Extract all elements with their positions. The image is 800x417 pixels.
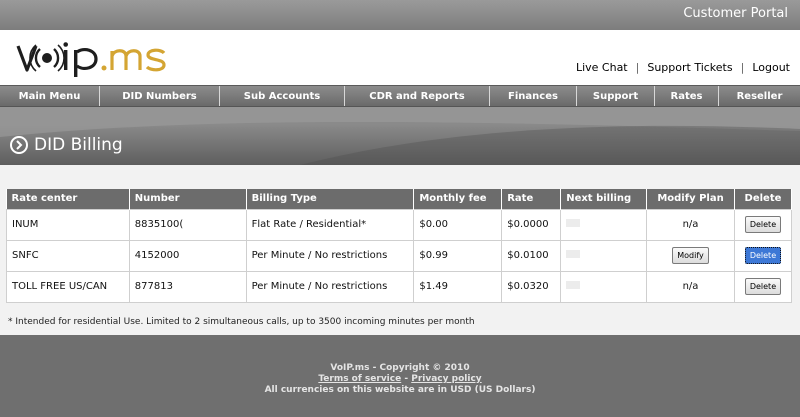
delete-button[interactable]: Delete xyxy=(744,247,782,264)
page-title: DID Billing xyxy=(10,135,123,155)
cell-next-billing xyxy=(560,270,648,303)
copyright-text: VoIP.ms - Copyright © 2010 xyxy=(330,363,470,373)
cell-next-billing xyxy=(560,239,648,272)
cell-rate: $0.0320 xyxy=(501,270,562,303)
cell-modify-plan: n/a xyxy=(646,208,735,241)
nav-rates[interactable]: Rates xyxy=(655,86,719,106)
cell-modify-plan: n/a xyxy=(646,270,735,303)
portal-title: Customer Portal xyxy=(683,6,788,21)
footer-links: Terms of service - Privacy policy xyxy=(0,374,800,385)
delete-button[interactable]: Delete xyxy=(744,278,782,295)
cell-delete: Delete xyxy=(733,208,793,241)
cell-monthly-fee: $1.49 xyxy=(413,270,503,303)
column-header-billing-type: Billing Type xyxy=(246,189,415,209)
residential-footnote: * Intended for residential Use. Limited … xyxy=(8,317,475,327)
cell-rate-center: SNFC xyxy=(6,239,130,272)
link-separator: | xyxy=(635,61,640,74)
support-tickets-link[interactable]: Support Tickets xyxy=(647,61,732,74)
column-header-monthly-fee: Monthly fee xyxy=(413,189,503,209)
cell-rate-center: TOLL FREE US/CAN xyxy=(6,270,130,303)
account-links: Live Chat | Support Tickets | Logout xyxy=(576,61,790,74)
nav-did-numbers[interactable]: DID Numbers xyxy=(100,86,220,106)
site-footer: VoIP.ms - Copyright © 2010 Terms of serv… xyxy=(0,335,800,417)
cell-monthly-fee: $0.99 xyxy=(413,239,503,272)
main-nav: Main Menu DID Numbers Sub Accounts CDR a… xyxy=(0,85,800,107)
redacted-value xyxy=(566,250,581,258)
column-header-number: Number xyxy=(129,189,247,209)
did-billing-table: Rate center Number Billing Type Monthly … xyxy=(6,189,793,303)
cell-billing-type: Per Minute / No restrictions xyxy=(245,270,415,303)
currency-note: All currencies on this website are in US… xyxy=(264,385,536,395)
column-header-rate: Rate xyxy=(501,189,562,209)
column-header-rate-center: Rate center xyxy=(6,189,130,209)
nav-reseller[interactable]: Reseller xyxy=(719,86,800,106)
table-row: TOLL FREE US/CAN 877813 Per Minute / No … xyxy=(6,270,793,303)
cell-rate: $0.0100 xyxy=(501,239,562,272)
cell-number: 877813 xyxy=(128,270,247,303)
nav-finances[interactable]: Finances xyxy=(490,86,577,106)
link-separator: | xyxy=(740,61,745,74)
column-header-next-billing: Next billing xyxy=(560,189,648,209)
column-header-modify-plan: Modify Plan xyxy=(646,189,735,209)
cell-monthly-fee: $0.00 xyxy=(413,208,503,241)
footer-link-separator: - xyxy=(404,374,409,384)
cell-delete: Delete xyxy=(733,239,793,272)
redacted-value xyxy=(566,281,581,289)
nav-cdr-reports[interactable]: CDR and Reports xyxy=(345,86,490,106)
title-band: DID Billing xyxy=(0,107,800,165)
arrow-right-circle-icon xyxy=(10,136,28,154)
voipms-logo[interactable] xyxy=(14,38,194,78)
redacted-value xyxy=(566,219,581,227)
cell-number: 4152000 xyxy=(128,239,247,272)
modify-button[interactable]: Modify xyxy=(672,247,709,264)
nav-sub-accounts[interactable]: Sub Accounts xyxy=(220,86,345,106)
cell-billing-type: Per Minute / No restrictions xyxy=(245,239,415,272)
cell-rate-center: INUM xyxy=(6,208,130,241)
footer-text: VoIP.ms - Copyright © 2010 Terms of serv… xyxy=(0,363,800,396)
nav-main-menu[interactable]: Main Menu xyxy=(0,86,100,106)
table-row: INUM 8835100( Flat Rate / Residential* $… xyxy=(6,208,793,241)
logout-link[interactable]: Logout xyxy=(752,61,790,74)
table-row: SNFC 4152000 Per Minute / No restriction… xyxy=(6,239,793,272)
cell-number: 8835100( xyxy=(128,208,247,241)
main-content: Rate center Number Billing Type Monthly … xyxy=(0,165,800,335)
cell-billing-type: Flat Rate / Residential* xyxy=(245,208,415,241)
cell-rate: $0.0000 xyxy=(501,208,562,241)
delete-button[interactable]: Delete xyxy=(744,216,782,233)
nav-support[interactable]: Support xyxy=(577,86,655,106)
privacy-policy-link[interactable]: Privacy policy xyxy=(411,374,481,384)
table-header-row: Rate center Number Billing Type Monthly … xyxy=(6,189,793,209)
cell-next-billing xyxy=(560,208,648,241)
cell-modify-plan: Modify xyxy=(646,239,735,272)
site-header: Live Chat | Support Tickets | Logout xyxy=(0,30,800,85)
cell-delete: Delete xyxy=(733,270,793,303)
terms-of-service-link[interactable]: Terms of service xyxy=(318,374,401,384)
top-bar: Customer Portal xyxy=(0,0,800,30)
live-chat-link[interactable]: Live Chat xyxy=(576,61,628,74)
column-header-delete: Delete xyxy=(734,189,793,209)
page-title-text: DID Billing xyxy=(34,135,123,155)
